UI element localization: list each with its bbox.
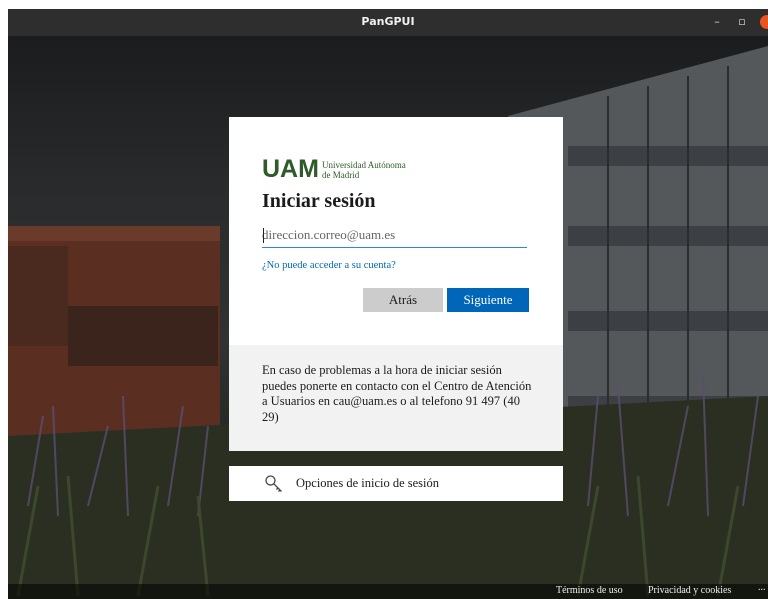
text-cursor	[263, 228, 264, 243]
key-icon	[265, 475, 282, 492]
sign-in-options-button[interactable]: Opciones de inicio de sesión	[229, 466, 563, 501]
footer-bar: Términos de uso Privacidad y cookies ...	[8, 582, 768, 599]
cant-access-account-link[interactable]: ¿No puede acceder a su cuenta?	[262, 260, 396, 271]
window-title: PanGPUI	[361, 15, 415, 28]
logo-university-name: Universidad Autónoma	[322, 160, 406, 170]
maximize-button[interactable]: ▫	[733, 13, 751, 31]
uam-logo-mark: UAM	[262, 155, 318, 181]
more-options-icon[interactable]: ...	[758, 582, 766, 593]
help-text: En caso de problemas a la hora de inicia…	[262, 363, 532, 424]
terms-link[interactable]: Términos de uso	[556, 585, 623, 596]
email-field[interactable]	[262, 223, 527, 248]
sign-in-card: UAM Universidad Autónoma de Madrid Inici…	[229, 117, 563, 451]
sign-in-options-label: Opciones de inicio de sesión	[296, 476, 440, 490]
back-button[interactable]: Atrás	[363, 288, 443, 312]
logo-city: de Madrid	[322, 170, 360, 180]
minimize-button[interactable]: –	[708, 13, 726, 31]
title-bar[interactable]: PanGPUI – ▫	[8, 9, 768, 36]
help-box: En caso de problemas a la hora de inicia…	[229, 345, 563, 451]
uam-logo: UAM Universidad Autónoma de Madrid	[262, 155, 462, 181]
close-button[interactable]	[760, 15, 768, 29]
svg-text:UAM: UAM	[262, 155, 318, 181]
next-button[interactable]: Siguiente	[447, 288, 529, 312]
privacy-link[interactable]: Privacidad y cookies	[648, 585, 731, 596]
page-title: Iniciar sesión	[262, 190, 376, 212]
app-window: PanGPUI – ▫ UAM Universidad Autónoma de …	[8, 9, 768, 599]
